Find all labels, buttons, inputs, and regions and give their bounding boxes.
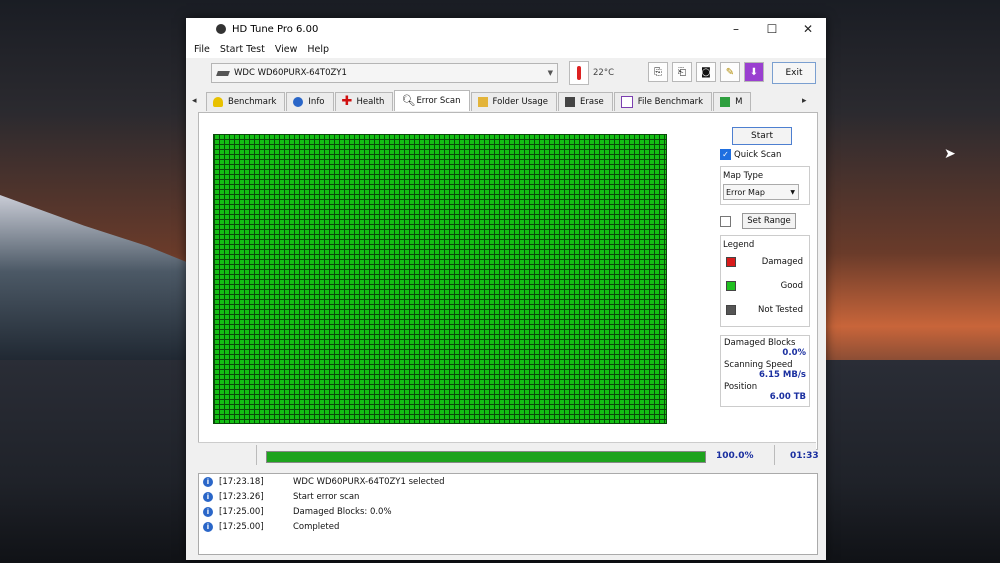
log-message: Completed (293, 522, 340, 532)
elapsed-time: 01:33 (790, 451, 819, 461)
info-icon: i (203, 477, 213, 487)
log-entry: i [17:23.26] Start error scan (199, 490, 817, 504)
progress-percent: 100.0% (716, 451, 754, 461)
checkbox-checked-icon: ✓ (720, 149, 731, 160)
scanning-speed-label: Scanning Speed (724, 360, 793, 370)
error-scan-panel: Start ✓ Quick Scan Map Type Error Map ▼ S… (198, 112, 818, 450)
chevron-down-icon: ▼ (790, 188, 795, 196)
log-entry: i [17:25.00] Completed (199, 520, 817, 534)
position-label: Position (724, 382, 758, 392)
thermometer-icon (569, 61, 589, 85)
tab-folder-usage[interactable]: Folder Usage (470, 92, 557, 111)
thermometer-icon (213, 97, 223, 107)
legend-item: Not Tested (723, 298, 807, 322)
camera-icon[interactable]: ◙ (696, 62, 716, 82)
log-list[interactable]: i [17:23.18] WDC WD60PURX-64T0ZY1 selected… (198, 473, 818, 555)
good-swatch (726, 281, 736, 291)
log-message: Damaged Blocks: 0.0% (293, 507, 392, 517)
damaged-blocks-label: Damaged Blocks (724, 338, 796, 348)
info-icon (293, 97, 304, 107)
tab-file-benchmark[interactable]: File Benchmark (613, 92, 713, 111)
trash-icon (565, 97, 575, 107)
log-time: [17:23.18] (219, 477, 264, 487)
tab-scroll-left-icon[interactable]: ◂ (192, 96, 197, 106)
minimize-button[interactable]: – (718, 18, 754, 40)
map-type-label: Map Type (723, 171, 764, 181)
legend-title: Legend (723, 240, 755, 250)
log-time: [17:23.26] (219, 492, 264, 502)
log-message: Start error scan (293, 492, 360, 502)
legend-group: Legend Damaged Good Not Tested (720, 235, 810, 327)
window-title: HD Tune Pro 6.00 (232, 23, 319, 35)
tab-scroll-right-icon[interactable]: ▸ (802, 96, 807, 106)
set-range-checkbox[interactable] (720, 215, 731, 227)
damaged-swatch (726, 257, 736, 267)
progress-bar (266, 451, 706, 463)
position-value: 6.00 TB (769, 392, 806, 402)
chevron-down-icon: ▼ (547, 69, 553, 77)
tab-error-scan[interactable]: 🔍︎ Error Scan (394, 90, 470, 111)
quick-scan-checkbox[interactable]: ✓ Quick Scan (720, 149, 810, 160)
damaged-blocks-value: 0.0% (782, 348, 806, 358)
tab-health[interactable]: ✚ Health (334, 92, 394, 111)
temperature-readout: 22°C (593, 68, 615, 78)
log-entry: i [17:23.18] WDC WD60PURX-64T0ZY1 selected (199, 475, 817, 489)
tab-info[interactable]: Info (286, 92, 334, 111)
tab-strip: Benchmark Info ✚ Health 🔍︎ Error Scan Fold… (206, 90, 752, 112)
not-tested-swatch (726, 305, 736, 315)
tab-benchmark[interactable]: Benchmark (206, 92, 286, 111)
info-icon: i (203, 492, 213, 502)
log-time: [17:25.00] (219, 522, 264, 532)
drive-icon (216, 70, 230, 76)
folder-icon (477, 97, 488, 107)
menu-help[interactable]: Help (307, 44, 329, 55)
progress-fill (267, 452, 705, 462)
scan-stats: Damaged Blocks 0.0% Scanning Speed 6.15 … (720, 335, 810, 407)
info-icon: i (203, 507, 213, 517)
copy-icon[interactable]: ⎘ (648, 62, 668, 82)
hdtune-window: HD Tune Pro 6.00 – ☐ ✕ File Start Test V… (186, 18, 826, 560)
scan-controls: Start ✓ Quick Scan Map Type Error Map ▼ S… (720, 127, 810, 407)
legend-item: Damaged (723, 250, 807, 274)
info-icon: i (203, 522, 213, 532)
set-range-row: Set Range (720, 213, 810, 229)
tools-icon[interactable]: ✎ (720, 62, 740, 82)
set-range-button[interactable]: Set Range (742, 213, 796, 229)
download-icon[interactable]: ⬇ (744, 62, 764, 82)
toolbar: WDC WD60PURX-64T0ZY1 ▼ 22°C ⎘ ⎗ ◙ ✎ ⬇ Ex… (186, 58, 826, 88)
scanning-speed-value: 6.15 MB/s (758, 370, 806, 380)
app-icon (216, 24, 226, 34)
menu-bar: File Start Test View Help (186, 40, 826, 58)
exit-button[interactable]: Exit (772, 62, 816, 84)
map-type-group: Map Type Error Map ▼ (720, 166, 810, 205)
log-time: [17:25.00] (219, 507, 264, 517)
close-button[interactable]: ✕ (790, 18, 826, 40)
start-button[interactable]: Start (732, 127, 792, 145)
drive-select[interactable]: WDC WD60PURX-64T0ZY1 ▼ (211, 63, 558, 83)
tab-more[interactable]: M (713, 92, 752, 111)
tab-erase[interactable]: Erase (558, 92, 613, 111)
health-cross-icon: ✚ (341, 94, 353, 109)
quick-scan-label: Quick Scan (734, 149, 782, 160)
file-icon (620, 96, 633, 108)
map-type-select[interactable]: Error Map ▼ (723, 184, 799, 200)
drive-label: WDC WD60PURX-64T0ZY1 (234, 68, 347, 78)
progress-area: 100.0% 01:33 (198, 442, 819, 469)
magnifier-icon: 🔍︎ (401, 94, 416, 107)
error-map-grid (213, 134, 667, 424)
log-entry: i [17:25.00] Damaged Blocks: 0.0% (199, 505, 817, 519)
maximize-button[interactable]: ☐ (754, 18, 790, 40)
copy-all-icon[interactable]: ⎗ (672, 62, 692, 82)
mouse-cursor-icon: ➤ (944, 146, 956, 162)
menu-start-test[interactable]: Start Test (220, 44, 265, 55)
legend-item: Good (723, 274, 807, 298)
menu-view[interactable]: View (275, 44, 298, 55)
log-message: WDC WD60PURX-64T0ZY1 selected (293, 477, 445, 487)
chart-icon (720, 97, 731, 107)
desktop-mountain (0, 195, 210, 365)
menu-file[interactable]: File (194, 44, 210, 55)
title-bar[interactable]: HD Tune Pro 6.00 – ☐ ✕ (186, 18, 826, 40)
